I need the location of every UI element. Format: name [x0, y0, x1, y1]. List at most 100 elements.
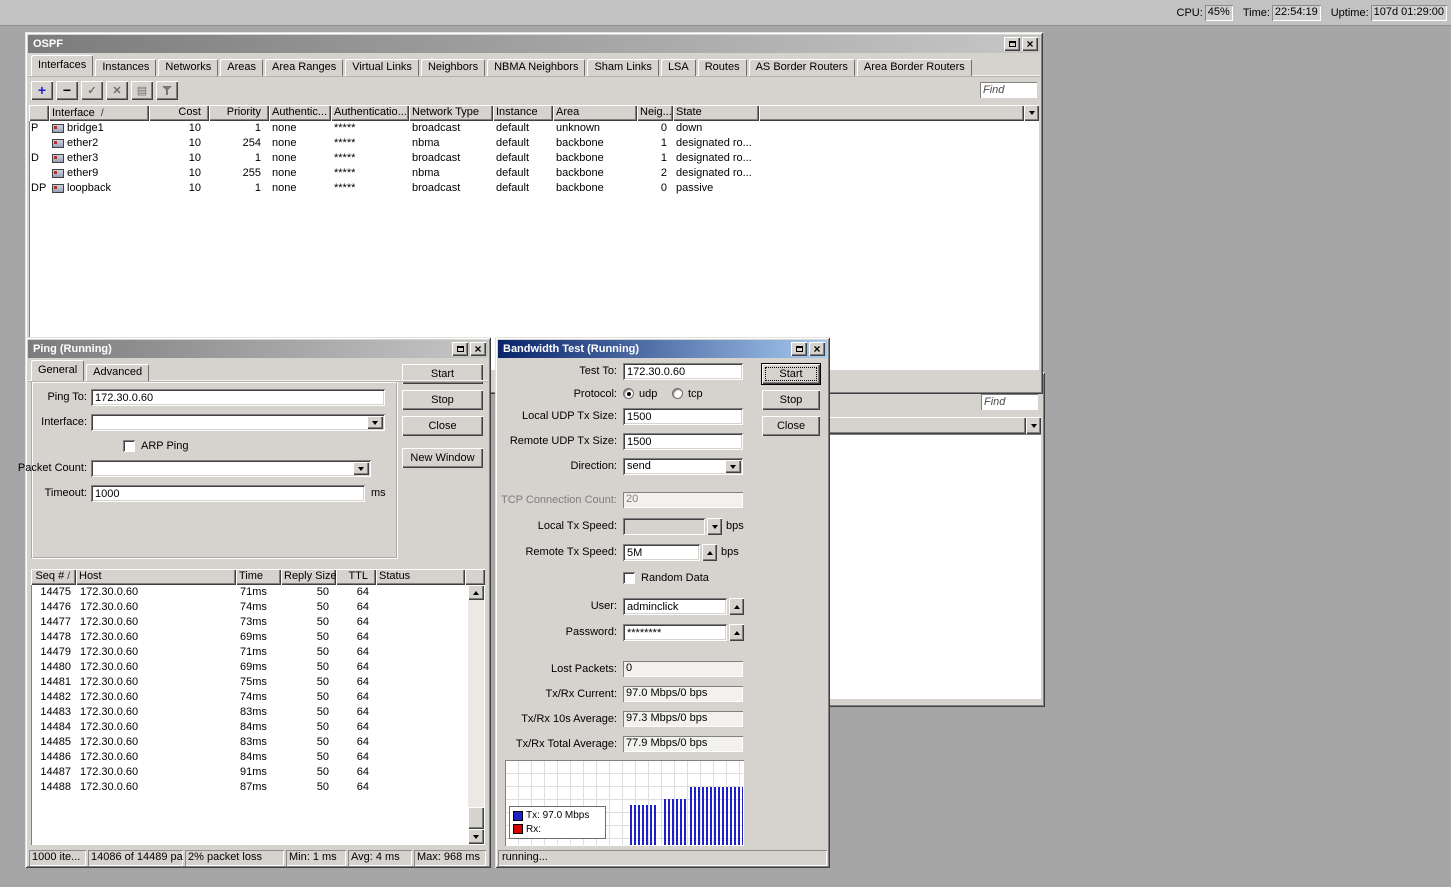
ping-result-row[interactable]: 14475172.30.0.6071ms5064 [32, 585, 468, 600]
ospf-interface-row[interactable]: ether210254none*****nbmadefaultbackbone1… [29, 136, 1039, 151]
remove-button[interactable]: − [56, 81, 78, 100]
vertical-scrollbar[interactable] [468, 585, 484, 844]
ospf-tab-virtual-links[interactable]: Virtual Links [345, 59, 419, 76]
arp-ping-checkbox[interactable] [123, 440, 135, 452]
ping-result-row[interactable]: 14480172.30.0.6069ms5064 [32, 660, 468, 675]
ping-result-row[interactable]: 14481172.30.0.6075ms5064 [32, 675, 468, 690]
ping-tab-general[interactable]: General [31, 360, 84, 381]
restore-button[interactable] [1004, 37, 1020, 51]
titlebar[interactable]: Bandwidth Test (Running) × [498, 340, 827, 358]
dropdown-button[interactable] [725, 460, 741, 473]
column-header-state[interactable]: State [673, 105, 759, 121]
ping-result-row[interactable]: 14487172.30.0.6091ms5064 [32, 765, 468, 780]
ospf-tab-networks[interactable]: Networks [158, 59, 218, 76]
column-header-host[interactable]: Host [76, 569, 236, 585]
user-up-button[interactable] [729, 598, 744, 615]
test-to-input[interactable] [623, 363, 743, 380]
ospf-tab-instances[interactable]: Instances [95, 59, 156, 76]
password-input[interactable] [623, 624, 727, 641]
column-header-ttl[interactable]: TTL [336, 569, 376, 585]
ping-result-row[interactable]: 14488172.30.0.6087ms5064 [32, 780, 468, 795]
find-input[interactable] [981, 394, 1038, 410]
ping-result-row[interactable]: 14485172.30.0.6083ms5064 [32, 735, 468, 750]
dropdown-button[interactable] [353, 462, 369, 475]
ping-result-row[interactable]: 14483172.30.0.6083ms5064 [32, 705, 468, 720]
ospf-tab-areas[interactable]: Areas [220, 59, 263, 76]
start-button[interactable]: Start [762, 364, 820, 384]
ospf-interface-row[interactable]: DPloopback101none*****broadcastdefaultba… [29, 181, 1039, 196]
close-button[interactable]: × [1022, 37, 1038, 51]
local-udp-tx-size-input[interactable] [623, 408, 743, 425]
ping-result-row[interactable]: 14476172.30.0.6074ms5064 [32, 600, 468, 615]
scroll-up-button[interactable] [468, 585, 484, 600]
column-header-time[interactable]: Time [236, 569, 281, 585]
dropdown-button[interactable] [367, 416, 383, 429]
direction-select[interactable]: send [623, 458, 743, 475]
ping-result-row[interactable]: 14486172.30.0.6084ms5064 [32, 750, 468, 765]
add-button[interactable]: + [31, 81, 53, 100]
column-header-area[interactable]: Area [553, 105, 637, 121]
ping-window[interactable]: Ping (Running) × GeneralAdvanced Ping To… [25, 337, 491, 868]
ping-result-row[interactable]: 14477172.30.0.6073ms5064 [32, 615, 468, 630]
disable-button[interactable]: ✕ [106, 81, 128, 100]
ping-result-row[interactable]: 14478172.30.0.6069ms5064 [32, 630, 468, 645]
random-data-checkbox[interactable] [623, 572, 635, 584]
new-window-button[interactable]: New Window [402, 448, 483, 468]
restore-button[interactable] [452, 342, 468, 356]
column-header-seq[interactable]: Seq #/ [31, 569, 76, 585]
column-header-authenticatio[interactable]: Authenticatio... [331, 105, 409, 121]
close-button[interactable]: Close [402, 416, 483, 436]
close-button[interactable]: Close [762, 416, 820, 436]
ospf-tab-sham-links[interactable]: Sham Links [587, 59, 658, 76]
start-button[interactable]: Start [402, 364, 483, 384]
close-button[interactable]: × [809, 342, 825, 356]
column-select-button[interactable] [1026, 417, 1041, 434]
user-input[interactable] [623, 598, 727, 615]
password-up-button[interactable] [729, 624, 744, 641]
column-header-neig[interactable]: Neig... [637, 105, 673, 121]
restore-button[interactable] [791, 342, 807, 356]
packet-count-select[interactable] [91, 460, 371, 477]
column-select-button[interactable] [1024, 105, 1039, 121]
ping-result-row[interactable]: 14479172.30.0.6071ms5064 [32, 645, 468, 660]
stop-button[interactable]: Stop [762, 390, 820, 410]
interface-select[interactable] [91, 414, 385, 431]
column-header-network-type[interactable]: Network Type [409, 105, 493, 121]
bandwidth-test-window[interactable]: Bandwidth Test (Running) × Test To: Prot… [495, 337, 830, 868]
scrollbar-thumb[interactable] [468, 807, 484, 829]
comment-button[interactable]: ▤ [131, 81, 153, 100]
column-header-interface[interactable]: Interface/ [49, 105, 149, 121]
local-tx-speed-select[interactable] [623, 518, 705, 535]
ospf-tab-area-border-routers[interactable]: Area Border Routers [857, 59, 972, 76]
ospf-tab-as-border-routers[interactable]: AS Border Routers [749, 59, 855, 76]
column-header-blank[interactable] [29, 105, 49, 121]
ospf-tab-neighbors[interactable]: Neighbors [421, 59, 485, 76]
close-button[interactable]: × [470, 342, 486, 356]
remote-tx-speed-up-button[interactable] [702, 544, 717, 561]
stop-button[interactable]: Stop [402, 390, 483, 410]
protocol-tcp-radio[interactable] [672, 388, 683, 399]
titlebar[interactable]: OSPF × [28, 35, 1040, 53]
ospf-tab-nbma-neighbors[interactable]: NBMA Neighbors [487, 59, 585, 76]
titlebar[interactable]: Ping (Running) × [28, 340, 488, 358]
find-input[interactable] [980, 82, 1037, 98]
column-header-instance[interactable]: Instance [493, 105, 553, 121]
ping-to-input[interactable] [91, 389, 385, 406]
filter-button[interactable] [156, 81, 178, 100]
scroll-down-button[interactable] [468, 829, 484, 844]
remote-udp-tx-size-input[interactable] [623, 433, 743, 450]
protocol-udp-radio[interactable] [623, 388, 634, 399]
ospf-tab-routes[interactable]: Routes [698, 59, 747, 76]
ping-result-row[interactable]: 14484172.30.0.6084ms5064 [32, 720, 468, 735]
ospf-interface-row[interactable]: Pbridge1101none*****broadcastdefaultunkn… [29, 121, 1039, 136]
column-header-reply-size[interactable]: Reply Size [281, 569, 336, 585]
ospf-tab-area-ranges[interactable]: Area Ranges [265, 59, 343, 76]
local-tx-speed-dropdown-button[interactable] [707, 518, 722, 535]
column-header-authentic[interactable]: Authentic... [269, 105, 331, 121]
ospf-tab-lsa[interactable]: LSA [661, 59, 696, 76]
ping-tab-advanced[interactable]: Advanced [86, 364, 149, 381]
ping-result-row[interactable]: 14482172.30.0.6074ms5064 [32, 690, 468, 705]
remote-tx-speed-input[interactable] [623, 544, 700, 561]
enable-button[interactable]: ✓ [81, 81, 103, 100]
column-header-status[interactable]: Status [376, 569, 465, 585]
